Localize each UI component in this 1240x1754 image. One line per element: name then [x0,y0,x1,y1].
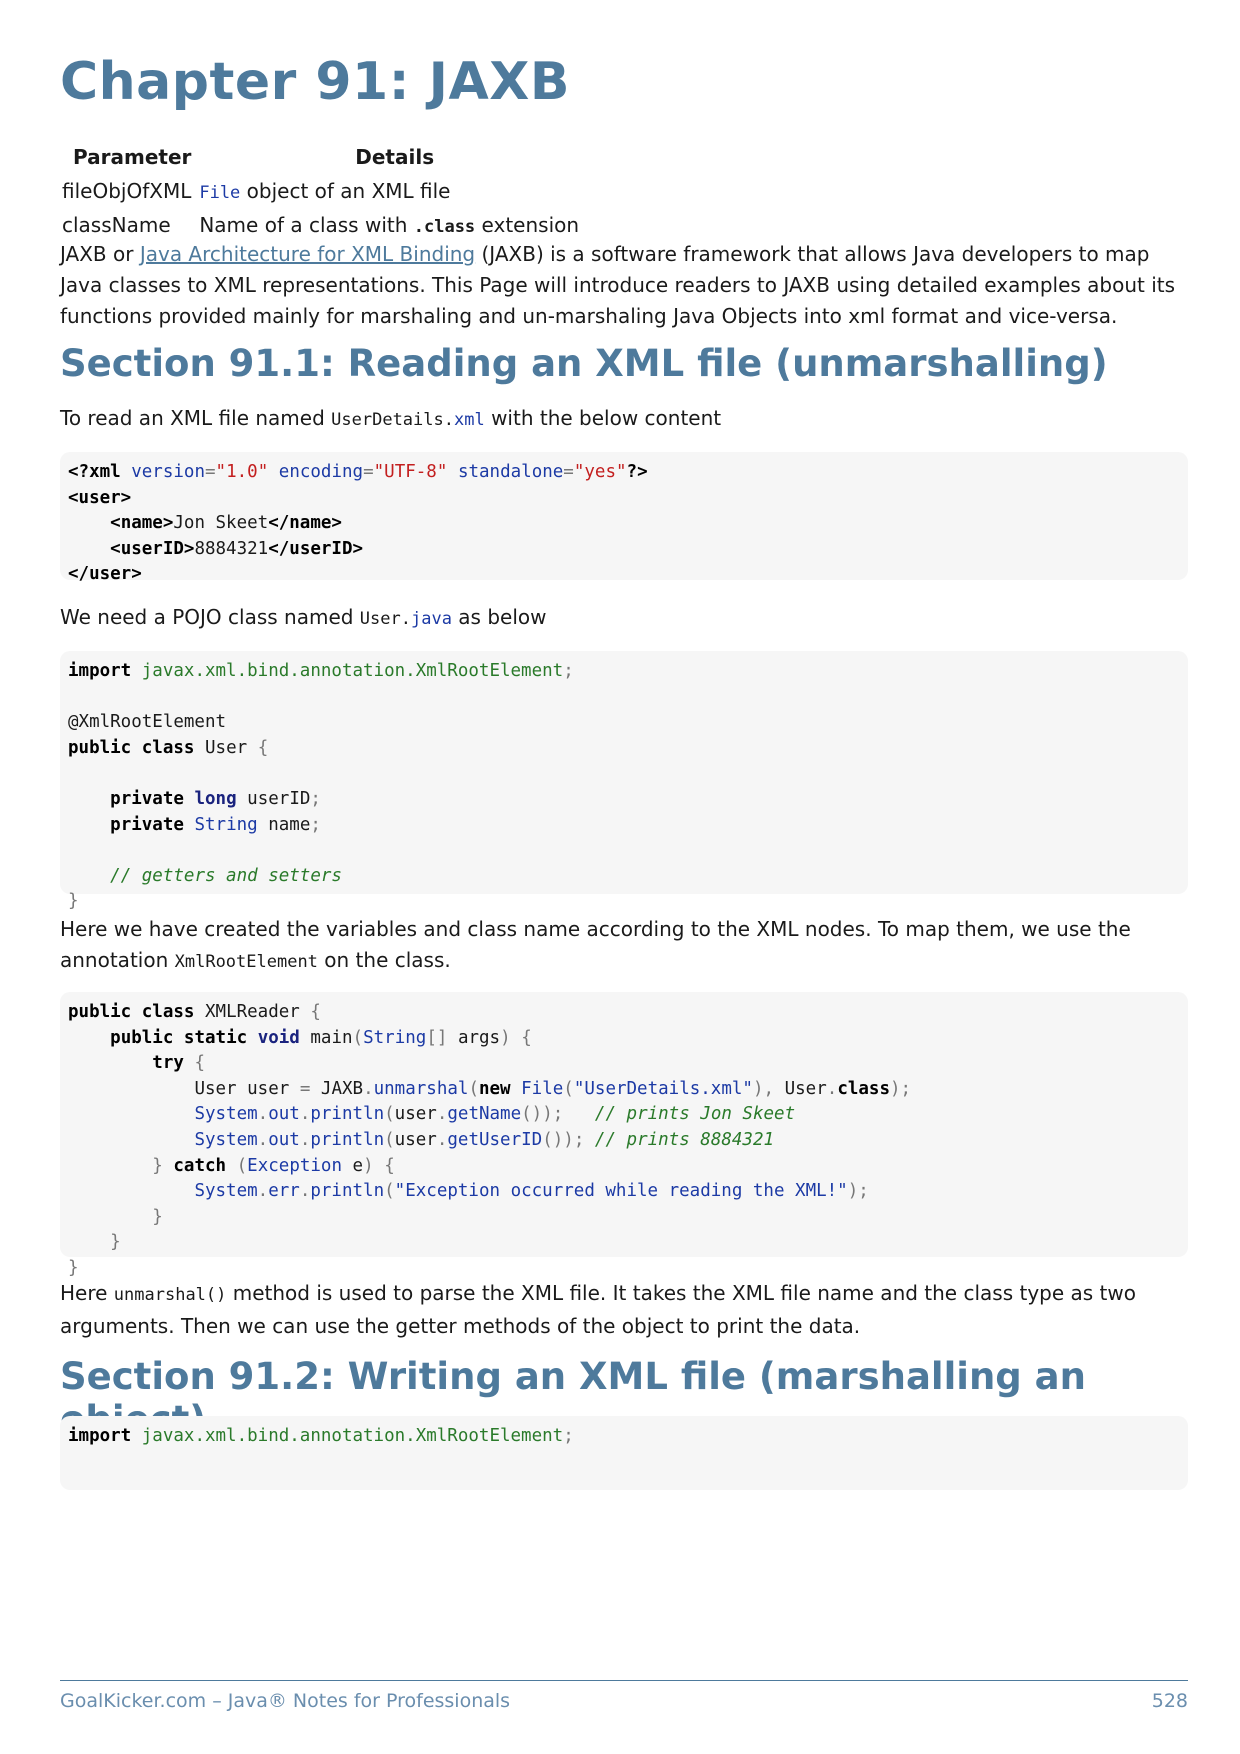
inline-code: UserDetails.xml [331,410,485,430]
param-name: className [62,213,171,237]
java-pojo-code-block: import javax.xml.bind.annotation.XmlRoot… [60,651,1188,911]
paragraph: We need a POJO class named User.java as … [60,602,1188,635]
paragraph-text: We need a POJO class named [60,605,354,629]
param-details-text: Name of a class with [199,213,408,237]
parameter-header: Parameter [73,145,192,169]
paragraph-text: as below [458,605,547,629]
java-reader-code-block: public class XMLReader { public static v… [60,992,1188,1278]
inline-code-part: UserDetails. [331,410,454,430]
param-name: fileObjOfXML [62,179,192,203]
jaxb-wiki-link[interactable]: Java Architecture for XML Binding [140,242,475,266]
inline-code-part: java [410,609,452,629]
table-row: fileObjOfXML File object of an XML file [60,175,583,209]
param-details: File object of an XML file [197,175,583,209]
inline-code: unmarshal() [113,1285,227,1305]
paragraph-text: with the below content [491,406,722,430]
table-header-row: Parameter Details [60,143,583,175]
paragraph: Here we have created the variables and c… [60,914,1188,978]
details-header: Details [355,145,435,169]
param-details-text: object of an XML file [246,179,451,203]
table-row: className Name of a class with .class ex… [60,209,583,243]
section-91-1-title: Section 91.1: Reading an XML file (unmar… [60,342,1108,385]
java-writer-code-block: import javax.xml.bind.annotation.XmlRoot… [60,1416,1188,1490]
paragraph-text: on the class. [324,948,451,972]
inline-code: XmlRootElement [174,952,318,972]
footer-source: GoalKicker.com – Java® Notes for Profess… [60,1690,511,1712]
chapter-title: Chapter 91: JAXB [60,52,570,112]
page-number: 528 [1151,1690,1188,1712]
paragraph: Here unmarshal() method is used to parse… [60,1278,1188,1342]
parameters-table: Parameter Details fileObjOfXML File obje… [60,143,583,243]
inline-code: User.java [360,609,452,629]
footer-divider [60,1680,1188,1681]
param-details-text: extension [481,213,580,237]
paragraph-text: To read an XML file named [60,406,325,430]
xml-code-block: <?xml version="1.0" encoding="UTF-8" sta… [60,452,1188,584]
param-details: Name of a class with .class extension [197,209,583,243]
inline-code: .class [413,217,476,237]
intro-text: JAXB or [60,242,134,266]
paragraph-text: Here [60,1281,108,1305]
intro-paragraph: JAXB or Java Architecture for XML Bindin… [60,239,1188,332]
inline-code-part: User. [359,609,411,629]
inline-code: File [199,183,241,203]
inline-code-part: xml [453,410,485,430]
paragraph: To read an XML file named UserDetails.xm… [60,403,1188,436]
